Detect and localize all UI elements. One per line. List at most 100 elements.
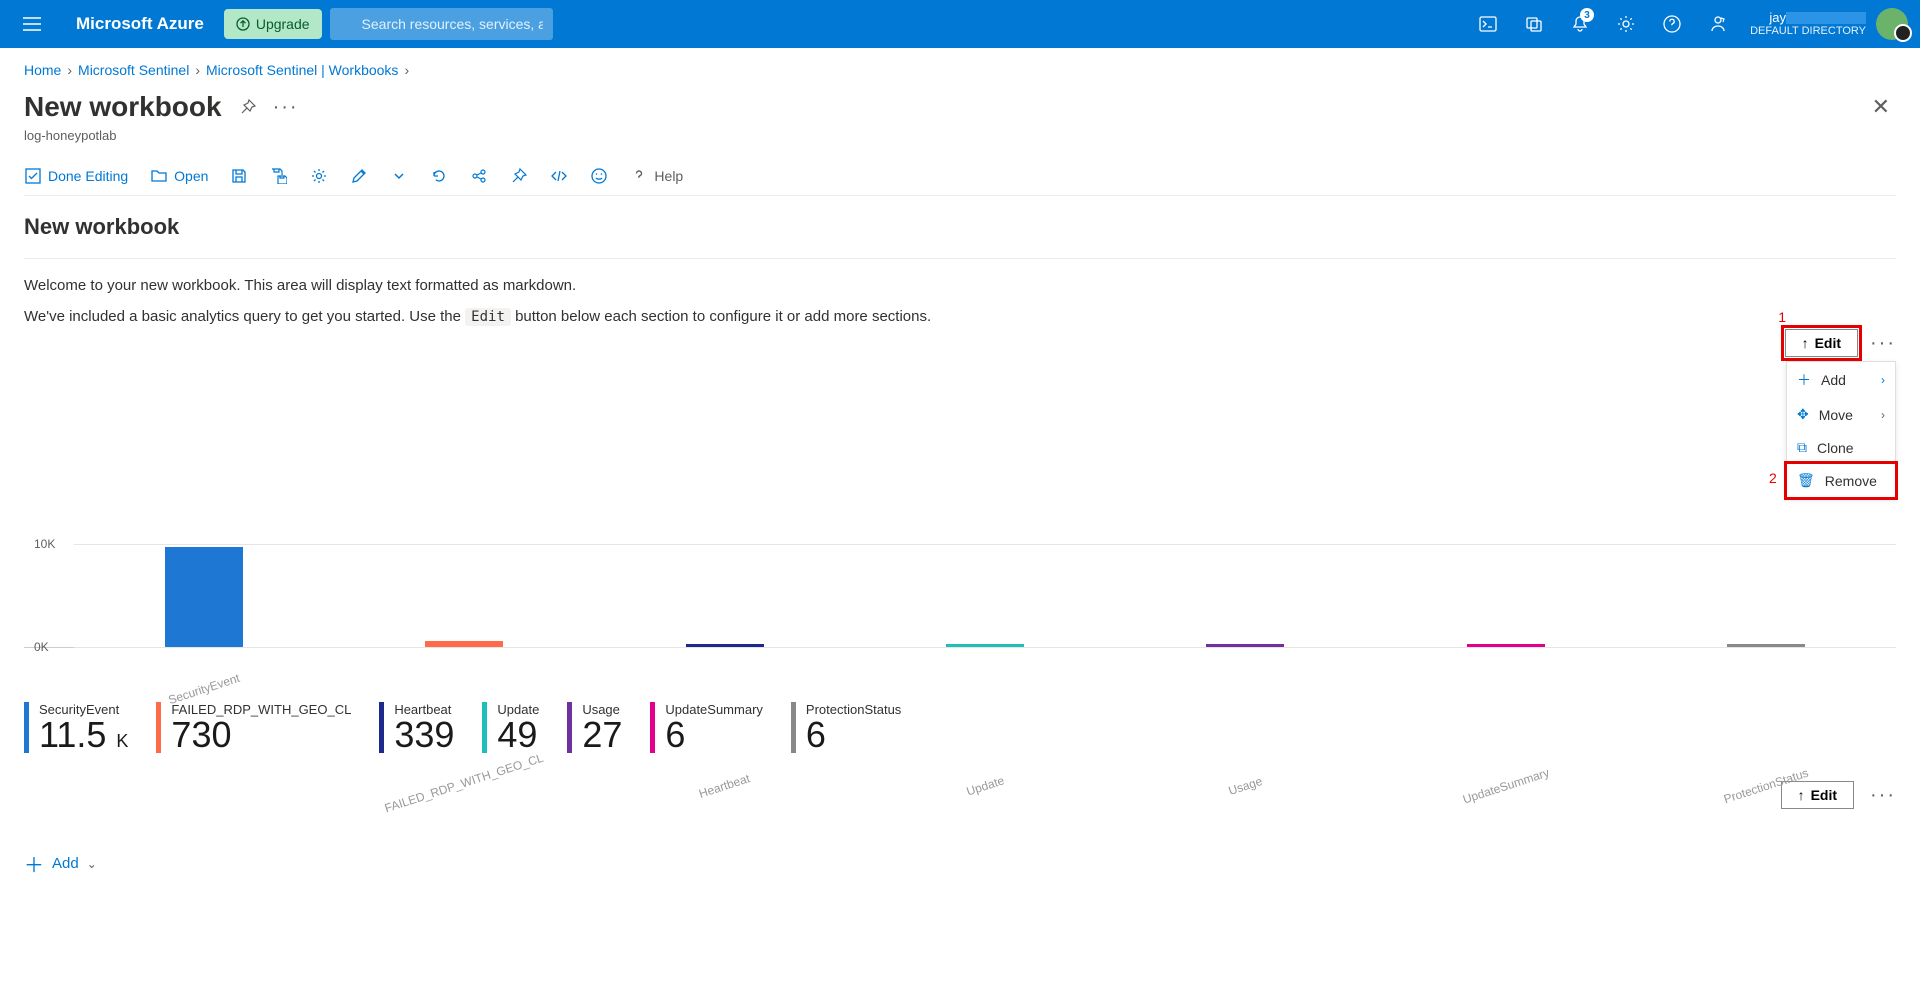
open-icon	[150, 167, 168, 185]
share-icon	[470, 167, 488, 185]
feedback-icon[interactable]	[1696, 0, 1740, 48]
breadcrumb: Home › Microsoft Sentinel › Microsoft Se…	[24, 62, 1896, 78]
up-arrow-icon: ↑	[1798, 787, 1805, 803]
metric-tile[interactable]: Heartbeat339	[379, 702, 454, 753]
avatar[interactable]	[1876, 8, 1908, 40]
brand-label[interactable]: Microsoft Azure	[64, 14, 216, 34]
bar[interactable]	[1727, 644, 1805, 647]
page-title: New workbook	[24, 91, 222, 123]
emoji-button[interactable]	[590, 167, 608, 185]
refresh-icon	[430, 167, 448, 185]
tile-value: 27	[582, 717, 622, 753]
bar-chart: 10K 0K SecurityEventFAILED_RDP_WITH_GEO_…	[24, 518, 1896, 648]
metric-tile[interactable]: FAILED_RDP_WITH_GEO_CL730	[156, 702, 351, 753]
topbar-icons: 3 jay DEFAULT DIRECTORY	[1466, 0, 1912, 48]
tile-stripe	[567, 702, 572, 753]
pin-icon	[510, 167, 528, 185]
open-button[interactable]: Open	[150, 167, 208, 185]
tile-value: 730	[171, 717, 351, 753]
bar-column: Heartbeat	[595, 644, 855, 647]
advanced-editor-button[interactable]	[550, 167, 568, 185]
smile-icon	[590, 167, 608, 185]
workbook-toolbar: Done Editing Open	[24, 153, 1896, 196]
context-move[interactable]: ✥ Move ›	[1787, 398, 1895, 431]
section-edit-button-2[interactable]: ↑ Edit	[1781, 781, 1854, 809]
chart-container: 10K 0K SecurityEventFAILED_RDP_WITH_GEO_…	[24, 518, 1896, 648]
bar[interactable]	[165, 547, 243, 647]
breadcrumb-workbooks[interactable]: Microsoft Sentinel | Workbooks	[206, 62, 398, 78]
section-edit-button[interactable]: ↑ Edit	[1785, 329, 1858, 357]
notifications-icon[interactable]: 3	[1558, 0, 1602, 48]
bar-column: UpdateSummary	[1375, 644, 1635, 647]
user-name-redacted	[1786, 12, 1866, 24]
metric-tile[interactable]: UpdateSummary6	[650, 702, 763, 753]
pencil-icon	[350, 167, 368, 185]
intro-line-1: Welcome to your new workbook. This area …	[24, 277, 1896, 294]
user-block[interactable]: jay DEFAULT DIRECTORY	[1742, 10, 1874, 39]
close-icon[interactable]: ✕	[1866, 88, 1896, 126]
breadcrumb-sentinel[interactable]: Microsoft Sentinel	[78, 62, 189, 78]
help-button[interactable]: Help	[630, 167, 683, 185]
metric-tile[interactable]: Usage27	[567, 702, 622, 753]
upgrade-button[interactable]: Upgrade	[224, 9, 322, 39]
pin-button[interactable]	[510, 167, 528, 185]
save-as-button[interactable]	[270, 167, 288, 185]
chevron-right-icon: ›	[195, 62, 200, 78]
code-icon	[550, 167, 568, 185]
settings-icon[interactable]	[1604, 0, 1648, 48]
bar[interactable]	[1206, 644, 1284, 647]
bar[interactable]	[1467, 644, 1545, 647]
save-button[interactable]	[230, 167, 248, 185]
top-bar: Microsoft Azure Upgrade 3 jay	[0, 0, 1920, 48]
annotation-2: 2	[1769, 470, 1777, 486]
pin-icon[interactable]	[236, 95, 260, 119]
clone-icon: ⧉	[1797, 439, 1807, 456]
title-bar: New workbook ··· ✕	[24, 88, 1896, 126]
breadcrumb-home[interactable]: Home	[24, 62, 61, 78]
tile-stripe	[156, 702, 161, 753]
bar[interactable]	[946, 644, 1024, 647]
section-more-icon-2[interactable]: ···	[1870, 784, 1896, 807]
edit-dropdown[interactable]	[390, 167, 408, 185]
bar-column: SecurityEvent	[74, 547, 334, 647]
bar[interactable]	[686, 644, 764, 647]
help-icon[interactable]	[1650, 0, 1694, 48]
context-menu: ＋ Add › ✥ Move › ⧉ Clone 2 🗑 Remove	[1786, 361, 1896, 498]
add-section-button[interactable]: ＋ Add ⌄	[24, 849, 1896, 878]
metric-tiles: SecurityEvent11.5 K FAILED_RDP_WITH_GEO_C…	[24, 702, 1896, 753]
done-editing-label: Done Editing	[48, 168, 128, 184]
context-clone[interactable]: ⧉ Clone	[1787, 431, 1895, 464]
metric-tile[interactable]: ProtectionStatus6	[791, 702, 901, 753]
cloud-shell-icon[interactable]	[1466, 0, 1510, 48]
tile-stripe	[650, 702, 655, 753]
edit-button[interactable]	[350, 167, 368, 185]
section-edit-row: ↑ Edit ···	[1785, 329, 1896, 357]
section-edit-row-2: ↑ Edit ···	[24, 781, 1896, 809]
section-more-icon[interactable]: ···	[1870, 332, 1896, 355]
bar-column: Update	[855, 644, 1115, 647]
tile-stripe	[379, 702, 384, 753]
user-name: jay	[1769, 10, 1786, 25]
search-input[interactable]	[330, 8, 553, 40]
tile-stripe	[24, 702, 29, 753]
directories-icon[interactable]	[1512, 0, 1556, 48]
metric-tile[interactable]: SecurityEvent11.5 K	[24, 702, 128, 753]
context-add[interactable]: ＋ Add ›	[1787, 362, 1895, 398]
refresh-button[interactable]	[430, 167, 448, 185]
settings-button[interactable]	[310, 167, 328, 185]
chevron-right-icon: ›	[67, 62, 72, 78]
menu-icon[interactable]	[8, 0, 56, 48]
plus-icon: ＋	[1797, 370, 1811, 390]
share-button[interactable]	[470, 167, 488, 185]
tile-stripe	[482, 702, 487, 753]
y-tick-bottom: 0K	[34, 640, 49, 654]
save-as-icon	[270, 167, 288, 185]
more-icon[interactable]: ···	[274, 95, 298, 119]
context-remove[interactable]: 🗑 Remove	[1787, 464, 1895, 497]
bar[interactable]	[425, 641, 503, 647]
user-directory: DEFAULT DIRECTORY	[1750, 25, 1866, 38]
done-editing-button[interactable]: Done Editing	[24, 167, 128, 185]
help-label: Help	[654, 168, 683, 184]
metric-tile[interactable]: Update49	[482, 702, 539, 753]
tile-value: 6	[806, 717, 901, 753]
